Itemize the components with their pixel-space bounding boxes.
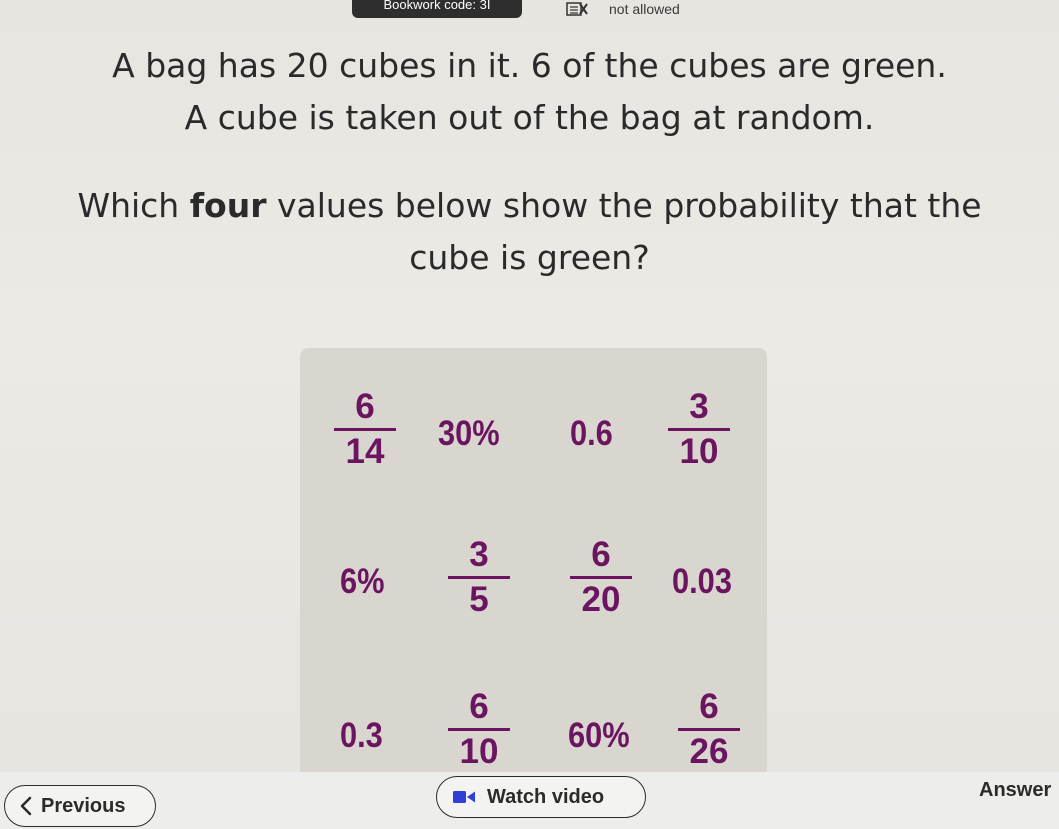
numerator: 6 xyxy=(469,687,489,726)
watch-video-button[interactable]: Watch video xyxy=(436,776,646,818)
question-emphasis: four xyxy=(189,186,267,225)
question-line-1: A bag has 20 cubes in it. 6 of the cubes… xyxy=(112,46,947,85)
option-0-3[interactable]: 0.3 xyxy=(340,716,389,756)
bookwork-code-badge: Bookwork code: 3I xyxy=(352,0,522,18)
denominator: 14 xyxy=(345,432,385,471)
denominator: 10 xyxy=(459,732,499,771)
question-prompt: Which four values below show the probabi… xyxy=(0,180,1059,284)
numerator: 6 xyxy=(699,687,719,726)
bookwork-code-label: Bookwork code: 3I xyxy=(383,0,491,12)
option-6-percent[interactable]: 6% xyxy=(340,562,391,602)
question-line-3: Which four values below show the probabi… xyxy=(0,180,1059,232)
fraction-bar xyxy=(570,576,632,579)
video-camera-icon xyxy=(453,791,475,803)
question-text: A bag has 20 cubes in it. 6 of the cubes… xyxy=(0,40,1059,144)
option-fraction-3-5[interactable]: 3 5 xyxy=(444,536,514,621)
previous-label: Previous xyxy=(41,794,126,817)
answer-label: Answer xyxy=(979,779,1052,801)
top-strip: Bookwork code: 3I not allowed xyxy=(0,0,1059,22)
option-label: 60% xyxy=(568,716,630,755)
question-line-2: A cube is taken out of the bag at random… xyxy=(184,98,875,137)
denominator: 26 xyxy=(689,732,729,771)
denominator: 5 xyxy=(469,580,489,619)
bottom-bar: Previous Watch video Answer xyxy=(0,772,1059,829)
option-fraction-6-10[interactable]: 6 10 xyxy=(444,688,514,773)
option-fraction-6-14[interactable]: 6 14 xyxy=(330,388,400,473)
denominator: 20 xyxy=(581,580,621,619)
fraction-bar xyxy=(448,728,510,731)
option-0-6[interactable]: 0.6 xyxy=(570,414,619,454)
option-fraction-6-20[interactable]: 6 20 xyxy=(566,536,636,621)
denominator: 10 xyxy=(679,432,719,471)
option-label: 0.03 xyxy=(672,562,732,601)
option-label: 0.6 xyxy=(570,414,613,453)
numerator: 3 xyxy=(689,387,709,426)
option-60-percent[interactable]: 60% xyxy=(568,716,638,756)
previous-button[interactable]: Previous xyxy=(4,785,156,827)
option-30-percent[interactable]: 30% xyxy=(438,414,508,454)
question-line-3-post: values below show the probability that t… xyxy=(266,186,982,225)
answer-button[interactable]: Answer xyxy=(963,772,1059,812)
question-line-4: cube is green? xyxy=(409,238,650,277)
fraction-bar xyxy=(334,428,396,431)
numerator: 3 xyxy=(469,535,489,574)
option-0-03[interactable]: 0.03 xyxy=(672,562,740,602)
numerator: 6 xyxy=(355,387,375,426)
option-fraction-6-26[interactable]: 6 26 xyxy=(674,688,744,773)
question-line-3-pre: Which xyxy=(77,186,190,225)
option-fraction-3-10[interactable]: 3 10 xyxy=(664,388,734,473)
option-label: 6% xyxy=(340,562,385,601)
fraction-bar xyxy=(678,728,740,731)
calculator-crossed-icon xyxy=(566,2,588,16)
option-label: 0.3 xyxy=(340,716,383,755)
chevron-left-icon xyxy=(20,796,32,816)
options-card: 6 14 30% 0.6 3 10 6% 3 5 6 20 0.03 0.3 6… xyxy=(300,348,767,778)
numerator: 6 xyxy=(591,535,611,574)
calculator-status: not allowed xyxy=(609,1,680,17)
fraction-bar xyxy=(448,576,510,579)
fraction-bar xyxy=(668,428,730,431)
option-label: 30% xyxy=(438,414,500,453)
watch-video-label: Watch video xyxy=(487,785,605,808)
